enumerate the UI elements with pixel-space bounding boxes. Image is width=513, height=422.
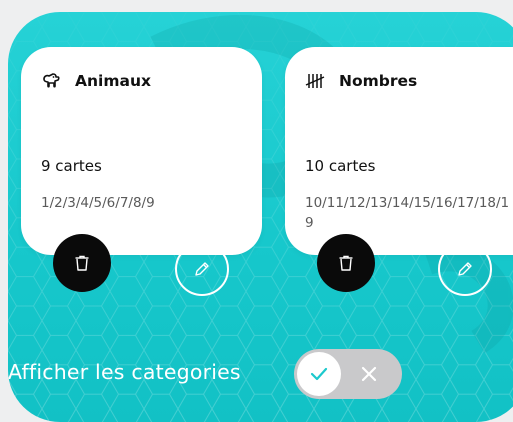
card-header: Animaux — [41, 69, 151, 93]
card-items: 1/2/3/4/5/6/7/8/9 — [41, 195, 155, 211]
delete-button-animaux[interactable] — [53, 234, 111, 292]
delete-button-nombres[interactable] — [317, 234, 375, 292]
app-screen: Animaux 9 cartes 1/2/3/4/5/6/7/8/9 Nombr… — [8, 12, 513, 422]
trash-icon — [75, 255, 89, 271]
show-categories-toggle[interactable] — [294, 349, 402, 399]
edit-button-animaux[interactable] — [175, 242, 229, 296]
close-icon — [361, 366, 377, 382]
card-count: 9 cartes — [41, 157, 102, 175]
toggle-label: Afficher les categories — [8, 360, 241, 384]
dog-icon — [43, 73, 60, 88]
toggle-knob[interactable] — [297, 352, 341, 396]
pencil-icon — [195, 262, 209, 276]
card-title: Animaux — [75, 72, 151, 90]
card-count: 10 cartes — [305, 157, 376, 175]
pencil-icon — [458, 262, 472, 276]
trash-icon — [339, 255, 353, 271]
card-items: 10/11/12/13/14/15/16/17/18/19 — [305, 195, 510, 231]
card-header: Nombres — [305, 69, 417, 93]
check-icon — [310, 367, 328, 381]
category-card-nombres[interactable]: Nombres 10 cartes 10/11/12/13/14/15/16/1… — [285, 47, 513, 255]
tally-marks-icon — [305, 74, 325, 88]
card-title: Nombres — [339, 72, 418, 90]
category-card-animaux[interactable]: Animaux 9 cartes 1/2/3/4/5/6/7/8/9 — [21, 47, 262, 255]
edit-button-nombres[interactable] — [438, 242, 492, 296]
